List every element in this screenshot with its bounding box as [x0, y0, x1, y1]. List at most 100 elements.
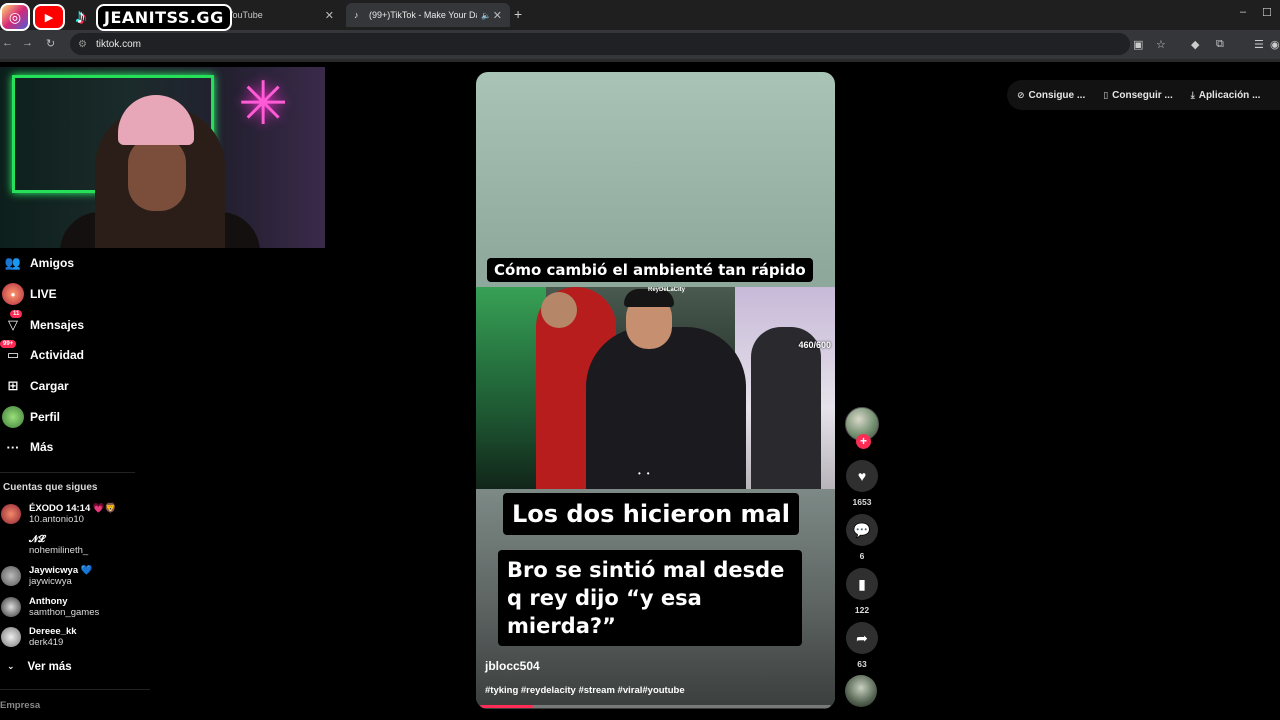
download-app-button[interactable]: ⤓ Aplicación ... — [1191, 90, 1261, 101]
account-username: derk419 — [29, 637, 64, 649]
account-name: 𝓝𝓛 — [29, 534, 46, 545]
sidebar-item-perfil[interactable]: Perfil — [0, 401, 150, 432]
account-name: ÉXODO 14:14 💗🦁 — [29, 503, 117, 515]
download-icon: ⤓ — [1190, 89, 1195, 100]
more-icon: ··· — [6, 439, 20, 455]
follow-plus-icon[interactable]: + — [856, 434, 871, 449]
save-count: 122 — [854, 605, 870, 615]
reload-icon[interactable]: ↻ — [46, 37, 55, 50]
messages-icon: ▽ 11 — [2, 309, 24, 336]
scene-person-red-head — [541, 292, 577, 328]
get-app-button[interactable]: ▯ Conseguir ... — [1103, 90, 1173, 101]
video-author[interactable]: jblocc504 — [485, 659, 540, 673]
sidebar-item-mas[interactable]: ··· Más — [0, 432, 150, 463]
maximize-button[interactable]: ☐ — [1262, 6, 1272, 19]
following-title: Cuentas que sigues — [3, 481, 98, 493]
neon-star-light: ✳ — [238, 70, 289, 137]
share-arrow-icon: ➦ — [856, 629, 868, 646]
music-disc-icon[interactable] — [845, 675, 877, 707]
heart-icon: ♥ — [857, 468, 867, 484]
account-name: Jaywicwya 💙 — [29, 564, 93, 576]
following-account[interactable]: Jaywicwya 💙 jaywicwya — [0, 560, 150, 591]
speaker-icon[interactable]: 🔈 — [481, 11, 491, 20]
save-button[interactable]: ▮ — [846, 568, 878, 600]
video-hashtags[interactable]: #tyking #reydelacity #stream #viral#yout… — [485, 685, 685, 696]
caption-top: Cómo cambió el ambienté tan rápido — [487, 258, 813, 282]
like-button[interactable]: ♥ — [846, 460, 878, 492]
back-arrow-icon[interactable]: ← — [2, 37, 13, 49]
account-name: Anthony — [29, 595, 68, 607]
sidebar-item-label: Actividad — [30, 348, 85, 363]
share-count: 63 — [857, 659, 867, 669]
header-actions: ⊘ Consigue ... ▯ Conseguir ... ⤓ Aplicac… — [1007, 80, 1280, 110]
extension-diamond-icon[interactable]: ◆ — [1191, 38, 1199, 51]
minimize-button[interactable]: – — [1240, 6, 1246, 18]
sidebar-item-cargar[interactable]: ⊞ Cargar — [0, 371, 150, 402]
sidebar: 👥 Amigos ● LIVE ▽ 11 Mensajes ▭ 99+ Activi… — [0, 248, 150, 681]
get-coins-button[interactable]: ⊘ Consigue ... — [1017, 90, 1085, 101]
comment-button[interactable]: 💬 — [846, 514, 878, 546]
download-app-label: Aplicación ... — [1198, 89, 1261, 101]
reading-list-icon[interactable]: ☰ — [1254, 38, 1264, 51]
account-username: samthon_games — [29, 606, 100, 618]
account-username: nohemilineth_ — [29, 545, 89, 556]
sidebar-item-amigos[interactable]: 👥 Amigos — [0, 248, 150, 279]
bookmark-star-icon[interactable]: ☆ — [1156, 38, 1166, 51]
tiktok-icon: ♪ — [76, 5, 86, 28]
avatar — [1, 596, 21, 617]
creator-avatar[interactable]: + — [845, 407, 879, 449]
youtube-icon: ▶ — [33, 4, 65, 30]
footer-divider — [0, 689, 150, 690]
see-more-button[interactable]: ⌄ Ver más — [0, 653, 150, 681]
avatar — [1, 535, 21, 555]
avatar — [1, 504, 21, 525]
tiktok-favicon-icon: ♪ — [354, 10, 359, 20]
video-progress-fill — [480, 705, 533, 708]
streamer-name: JEANITSS.GG — [96, 3, 232, 31]
streamer-face — [128, 137, 186, 211]
video-player[interactable]: Cómo cambió el ambienté tan rápido ReyDe… — [476, 72, 835, 709]
browser-toolbar: ← → ↻ ⚙ tiktok.com ▣ ☆ ◆ ⧉ ☰ ◉ — [0, 30, 1280, 59]
tab-tiktok[interactable]: ♪ (99+)TikTok - Make Your Da 🔈 ✕ — [346, 3, 510, 27]
url-text: tiktok.com — [95, 38, 141, 50]
sidebar-item-live[interactable]: ● LIVE — [0, 279, 150, 310]
webcam-feed: ✳ — [0, 67, 325, 248]
forward-arrow-icon[interactable]: → — [22, 37, 33, 49]
cast-icon[interactable]: ▣ — [1133, 38, 1143, 51]
avatar — [1, 565, 21, 586]
following-account[interactable]: Anthony samthon_games — [0, 591, 150, 622]
address-bar[interactable]: ⚙ tiktok.com — [70, 33, 1130, 55]
close-icon[interactable]: ✕ — [325, 9, 334, 22]
get-app-label: Conseguir ... — [1112, 89, 1173, 101]
sidebar-item-label: Mensajes — [30, 317, 85, 332]
share-button[interactable]: ➦ — [846, 622, 878, 654]
site-settings-icon[interactable]: ⚙ — [78, 39, 87, 50]
following-account[interactable]: 𝓝𝓛 nohemilineth_ — [0, 530, 150, 561]
activity-icon: ▭ 99+ — [0, 340, 24, 366]
stream-name-tag: ReyDeLaCity — [648, 287, 686, 293]
sidebar-item-actividad[interactable]: ▭ 99+ Actividad — [0, 340, 150, 371]
tab-tiktok-title: (99+)TikTok - Make Your Da — [369, 10, 477, 20]
caption-main: Los dos hicieron mal — [503, 493, 799, 535]
stream-overlay: ◎ ▶ ♪ JEANITSS.GG — [0, 0, 232, 34]
see-more-label: Ver más — [27, 660, 72, 673]
close-icon[interactable]: ✕ — [493, 9, 502, 22]
new-tab-button[interactable]: + — [514, 6, 522, 22]
following-account[interactable]: Dereee_kk derk419 — [0, 622, 150, 653]
profile-icon[interactable]: ◉ — [1270, 38, 1280, 51]
scene-person-right — [751, 327, 821, 489]
extensions-puzzle-icon[interactable]: ⧉ — [1216, 38, 1224, 51]
footer-empresa-link[interactable]: Empresa — [0, 700, 40, 711]
profile-icon — [2, 405, 24, 428]
video-progress-bar[interactable] — [480, 705, 831, 708]
sidebar-item-label: LIVE — [30, 287, 57, 302]
account-name: Dereee_kk — [29, 626, 77, 638]
phone-icon: ▯ — [1103, 89, 1109, 100]
comment-count: 6 — [859, 551, 865, 561]
following-account[interactable]: ÉXODO 14:14 💗🦁 10.antonio10 — [0, 499, 150, 530]
coin-icon: ⊘ — [1017, 89, 1025, 100]
sidebar-item-mensajes[interactable]: ▽ 11 Mensajes — [0, 309, 150, 340]
chevron-down-icon: ⌄ — [7, 661, 15, 672]
stream-counter: 460/600 — [798, 340, 831, 350]
account-username: jaywicwya — [29, 575, 72, 587]
